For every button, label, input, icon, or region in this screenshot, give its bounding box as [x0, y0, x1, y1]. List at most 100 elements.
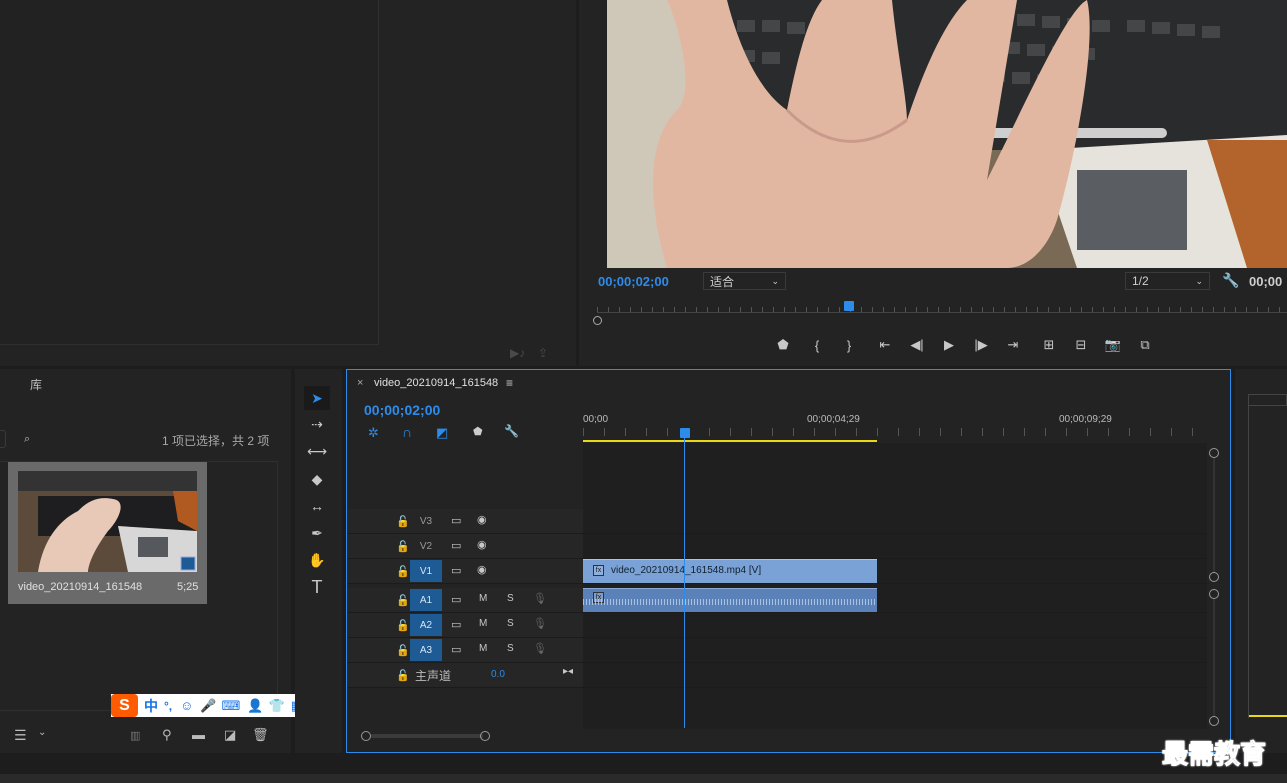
sync-lock-icon[interactable]: ▭	[451, 593, 461, 606]
program-timecode[interactable]: 00;00;02;00	[598, 274, 669, 289]
mark-in-icon[interactable]: {	[806, 334, 828, 356]
go-to-out-marker-icon[interactable]: ▸◂	[563, 666, 573, 677]
new-item-icon[interactable]: ◪	[224, 727, 236, 743]
lock-icon[interactable]: 🔓	[396, 515, 410, 528]
razor-tool-icon[interactable]: ◆	[304, 467, 330, 491]
step-forward-icon[interactable]: |▶	[970, 334, 992, 356]
go-to-out-icon[interactable]: ⇥	[1002, 334, 1024, 356]
scrubber-playhead[interactable]	[844, 301, 854, 311]
clip-thumbnail-card[interactable]: video_20210914_161548 5;25	[8, 462, 207, 604]
film-icon[interactable]: ▭	[451, 564, 461, 577]
timeline-timecode[interactable]: 00;00;02;00	[364, 402, 440, 418]
solo-button[interactable]: S	[507, 593, 514, 604]
lock-icon[interactable]: 🔓	[396, 644, 410, 657]
fit-dropdown[interactable]: 适合 ⌄	[703, 272, 786, 290]
selection-tool-icon[interactable]: ➤	[304, 386, 330, 410]
timeline-playhead-handle[interactable]	[680, 428, 690, 438]
insert-icon[interactable]: ▶♪	[510, 346, 525, 360]
scroll-handle[interactable]	[1209, 716, 1219, 726]
video-clip[interactable]: fx video_20210914_161548.mp4 [V]	[583, 559, 877, 583]
track-label[interactable]: A3	[410, 639, 442, 661]
resolution-dropdown[interactable]: 1/2 ⌄	[1125, 272, 1210, 290]
zoom-handle[interactable]	[593, 316, 602, 325]
trash-icon[interactable]: 🗑	[252, 727, 269, 743]
program-scrubber[interactable]	[592, 300, 1287, 325]
mute-button[interactable]: M	[479, 618, 487, 629]
ripple-edit-tool-icon[interactable]: ⟷	[304, 439, 330, 463]
wrench-icon[interactable]: 🔧	[1222, 272, 1239, 289]
keyboard-icon[interactable]: ⌨	[222, 698, 241, 714]
panel-menu-icon[interactable]: ≡	[506, 376, 513, 390]
mute-button[interactable]: M	[479, 593, 487, 604]
track-label[interactable]: V3	[410, 510, 442, 532]
film-icon[interactable]: ▭	[451, 539, 461, 552]
track-label[interactable]: V1	[410, 560, 442, 582]
scroll-handle[interactable]	[1209, 589, 1219, 599]
library-tab[interactable]: 库	[30, 376, 42, 393]
export-icon[interactable]: ⇪	[538, 346, 548, 360]
play-icon[interactable]: ▶	[938, 334, 960, 356]
automate-sequence-icon[interactable]: ▥	[130, 729, 140, 742]
snap-icon[interactable]: ∩	[402, 424, 412, 440]
search-icon[interactable]: ⚲	[162, 727, 172, 743]
camera-icon[interactable]: 📷	[1102, 334, 1124, 356]
comparison-view-icon[interactable]: ⧉	[1134, 334, 1156, 356]
mute-button[interactable]: M	[479, 643, 487, 654]
time-ruler[interactable]: 00;00 00;00;04;29 00;00;09;29	[583, 410, 1213, 442]
lock-icon[interactable]: 🔓	[396, 565, 410, 578]
lock-icon[interactable]: 🔓	[396, 594, 410, 607]
solo-button[interactable]: S	[507, 643, 514, 654]
linked-selection-icon[interactable]: ◩	[436, 425, 448, 441]
search-input-edge[interactable]	[0, 430, 6, 448]
skin-icon[interactable]: 👕	[269, 698, 285, 714]
add-marker-icon[interactable]: ⬟	[772, 334, 794, 356]
pen-tool-icon[interactable]: ✒	[304, 521, 330, 545]
lock-icon[interactable]: 🔓	[396, 669, 410, 682]
master-volume-value[interactable]: 0.0	[491, 669, 505, 680]
zoom-handle-left[interactable]	[361, 731, 371, 741]
zoom-handle-right[interactable]	[480, 731, 490, 741]
sync-lock-icon[interactable]: ▭	[451, 618, 461, 631]
new-bin-icon[interactable]: ⌕	[24, 433, 30, 446]
emoji-icon[interactable]: ☺	[180, 698, 193, 713]
lift-icon[interactable]: ⊞	[1038, 334, 1060, 356]
wrench-icon[interactable]: 🔧	[504, 424, 519, 438]
hand-tool-icon[interactable]: ✋	[304, 548, 330, 572]
extract-icon[interactable]: ⊟	[1070, 334, 1092, 356]
list-view-icon[interactable]: ☰	[14, 727, 27, 744]
lock-icon[interactable]: 🔓	[396, 619, 410, 632]
track-label[interactable]: A2	[410, 614, 442, 636]
eye-icon[interactable]: ◉	[477, 538, 487, 551]
step-back-icon[interactable]: ◀|	[906, 334, 928, 356]
go-to-in-icon[interactable]: ⇤	[874, 334, 896, 356]
type-tool-icon[interactable]: T	[304, 575, 330, 599]
work-area-bar[interactable]	[583, 440, 877, 442]
sequence-tab[interactable]: video_20210914_161548	[374, 377, 498, 389]
ime-punct-mode[interactable]: °,	[164, 699, 172, 713]
lock-icon[interactable]: 🔓	[396, 540, 410, 553]
track-label[interactable]: A1	[410, 589, 442, 611]
ime-chinese-mode[interactable]: 中	[144, 696, 158, 716]
mic-icon[interactable]: 🎙	[533, 617, 547, 630]
film-icon[interactable]: ▭	[451, 514, 461, 527]
audio-clip[interactable]: fx	[583, 588, 877, 612]
eye-icon[interactable]: ◉	[477, 563, 487, 576]
solo-button[interactable]: S	[507, 618, 514, 629]
eye-icon[interactable]: ◉	[477, 513, 487, 526]
chevron-down-icon[interactable]: ⌄	[38, 727, 46, 738]
sogou-logo-icon[interactable]: S	[111, 694, 138, 717]
slip-tool-icon[interactable]: ↔	[304, 494, 330, 518]
folder-icon[interactable]: ▬	[192, 727, 205, 742]
scroll-handle[interactable]	[1209, 448, 1219, 458]
mark-out-icon[interactable]: }	[838, 334, 860, 356]
scroll-handle[interactable]	[1209, 572, 1219, 582]
mic-icon[interactable]: 🎤	[200, 698, 216, 714]
nest-icon[interactable]: ✲	[368, 425, 379, 441]
add-marker-icon[interactable]: ⬟	[473, 425, 483, 438]
mic-icon[interactable]: 🎙	[533, 592, 547, 605]
track-label[interactable]: V2	[410, 535, 442, 557]
track-select-tool-icon[interactable]: ⇢	[304, 412, 330, 436]
sync-lock-icon[interactable]: ▭	[451, 643, 461, 656]
zoom-bar[interactable]	[371, 734, 483, 738]
user-icon[interactable]: 👤	[247, 698, 263, 714]
